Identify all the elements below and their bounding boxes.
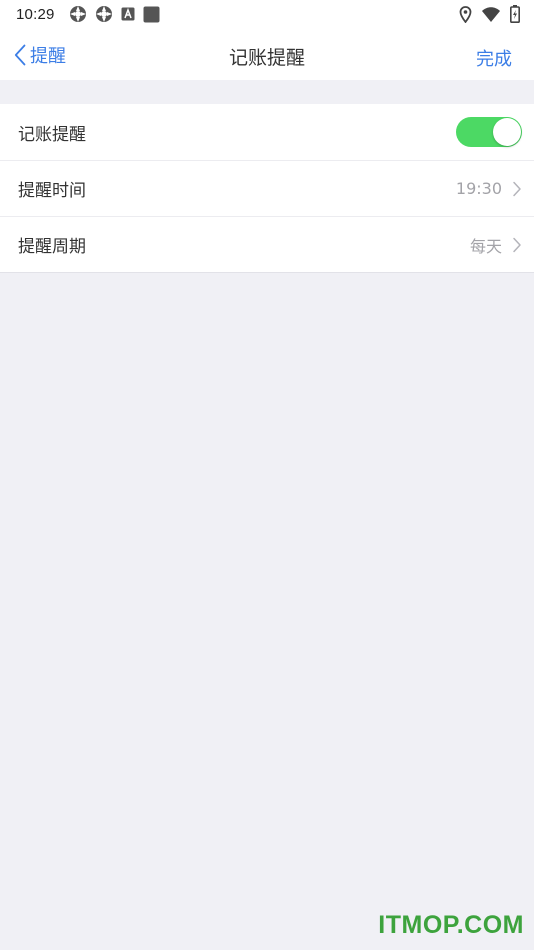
chevron-right-icon — [512, 237, 522, 253]
aperture-icon — [69, 5, 87, 23]
wifi-icon — [482, 6, 500, 22]
square-icon — [143, 6, 160, 23]
reminder-time-row[interactable]: 提醒时间 19:30 — [0, 160, 534, 216]
location-pin-icon — [459, 5, 472, 23]
a-badge-icon — [121, 7, 135, 21]
status-left-icons — [69, 5, 160, 23]
reminder-time-value: 19:30 — [455, 179, 502, 198]
watermark-text: ITMOP.COM — [378, 911, 524, 939]
battery-charging-icon — [510, 5, 520, 23]
page-title: 记账提醒 — [228, 47, 305, 69]
reminder-time-label: 提醒时间 — [18, 181, 86, 201]
reminder-toggle-row: 记账提醒 — [0, 104, 534, 160]
reminder-cycle-value: 每天 — [469, 236, 502, 256]
reminder-label: 记账提醒 — [18, 124, 86, 145]
navigation-bar: 提醒 记账提醒 完成 — [0, 28, 534, 80]
reminder-cycle-row[interactable]: 提醒周期 每天 — [0, 216, 534, 272]
done-button[interactable]: 完成 — [476, 45, 512, 71]
toggle-knob — [493, 118, 521, 146]
chevron-right-icon — [512, 181, 522, 197]
status-time: 10:29 — [16, 5, 55, 23]
aperture-icon — [95, 5, 113, 23]
reminder-cycle-label: 提醒周期 — [18, 237, 86, 257]
reminder-toggle-switch[interactable] — [456, 117, 522, 147]
status-bar: 10:29 — [0, 0, 534, 28]
status-right-icons — [459, 5, 520, 23]
settings-list: 记账提醒 提醒时间 19:30 提醒周期 每天 — [0, 104, 534, 273]
